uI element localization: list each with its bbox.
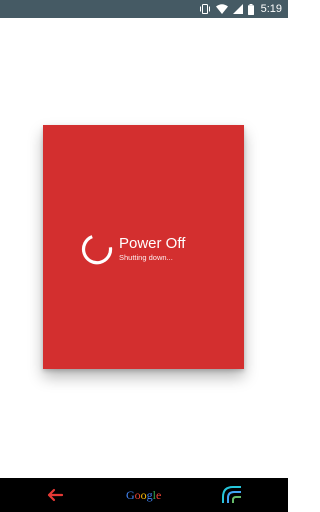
back-arrow-icon[interactable]	[46, 487, 64, 503]
google-letter: e	[156, 488, 162, 502]
google-letter: G	[126, 488, 135, 502]
status-time: 5:19	[260, 3, 282, 15]
status-bar: 5:19	[0, 0, 288, 18]
vibrate-icon	[199, 4, 211, 14]
dialog-title: Power Off	[119, 235, 186, 252]
home-button[interactable]: Google	[126, 487, 161, 503]
power-off-dialog: Power Off Shutting down...	[43, 125, 244, 369]
dialog-subtitle: Shutting down...	[119, 253, 173, 262]
wifi-icon	[215, 4, 228, 14]
loading-spinner-icon	[80, 232, 114, 266]
battery-icon	[247, 3, 254, 15]
status-icons: 5:19	[199, 0, 282, 18]
recents-icon[interactable]	[222, 486, 242, 504]
navigation-bar: Google	[0, 478, 288, 512]
signal-icon	[232, 4, 243, 14]
